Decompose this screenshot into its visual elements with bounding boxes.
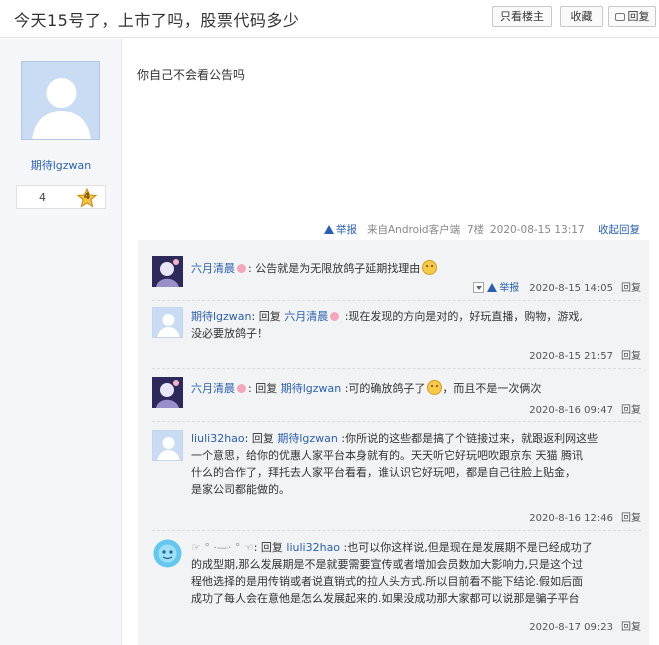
flower-icon <box>237 264 246 273</box>
commenter-avatar[interactable] <box>152 307 183 338</box>
comment-report-label: 举报 <box>499 283 520 294</box>
reply-button-label: 回复 <box>627 10 650 23</box>
comment-text: 期待lgzwan: 回复 六月清晨 :现在发现的方向是对的，好玩直播，购物，游戏… <box>191 308 641 342</box>
divider <box>152 530 641 531</box>
commenter-avatar[interactable] <box>152 538 183 569</box>
comment-reply-link[interactable]: 回复 <box>621 622 641 633</box>
divider <box>152 300 641 301</box>
divider <box>152 368 641 369</box>
comment-text: 六月清晨 : 公告就是为无限放鸽子延期找理由 <box>191 260 641 277</box>
report-link[interactable]: 举报 <box>324 221 357 239</box>
reply-target[interactable]: 期待lgzwan <box>281 382 342 395</box>
comment-meta: 2020-8-17 09:23 回复 <box>529 621 641 635</box>
comment-content: : 公告就是为无限放鸽子延期找理由 <box>248 262 421 275</box>
author-name[interactable]: 期待lgzwan <box>0 157 122 173</box>
fold-reply-button[interactable]: 收起回复 <box>598 221 640 239</box>
thread-title: 今天15号了，上市了吗，股票代码多少 <box>14 11 300 30</box>
comment-content: :可的确放鸽子了 <box>341 382 426 395</box>
comment-meta: 2020-8-16 12:46 回复 <box>529 512 641 526</box>
author-sidebar: 期待lgzwan 4 4 <box>0 39 122 645</box>
comment-content-line: 什么的合作了，拜托去人家平台看看，谁认识它好玩吧，都是自己往脸上贴金， <box>191 466 576 479</box>
post-content: 你自己不会看公告吗 <box>137 68 246 82</box>
thread-header: 今天15号了，上市了吗，股票代码多少 只看楼主 收藏 回复 <box>0 0 659 38</box>
post-floor: 7楼 <box>467 224 485 236</box>
comment-content-line: 没必要放鸽子！ <box>191 327 268 340</box>
comment-datetime: 2020-8-15 14:05 <box>529 283 613 294</box>
level-number: 4 <box>39 191 46 204</box>
comment-user[interactable]: liuli32hao <box>191 432 245 445</box>
comment-reply-link[interactable]: 回复 <box>621 283 641 294</box>
comment-reply-link[interactable]: 回复 <box>621 405 641 416</box>
comment-meta: 2020-8-16 09:47 回复 <box>529 404 641 418</box>
comment-content-line: :现在发现的方向是对的，好玩直播，购物，游戏, <box>341 310 583 323</box>
reply-target[interactable]: 期待lgzwan <box>277 432 338 445</box>
comment-content-line: 成功了每人会在意他是怎么发展起来的.如果没成功那大家都可以说那是骗子平台 <box>191 592 580 605</box>
comment-list: 六月清晨 : 公告就是为无限放鸽子延期找理由 举报 2020-8-15 14:05 回… <box>138 240 649 645</box>
comment-reply-link[interactable]: 回复 <box>621 351 641 362</box>
comment-user[interactable]: ☞ ° ‧—‧ ° ☜ <box>191 541 254 554</box>
comment-datetime: 2020-8-16 09:47 <box>529 405 613 416</box>
comment-datetime: 2020-8-16 12:46 <box>529 513 613 524</box>
comment-text: 六月清晨 : 回复 期待lgzwan :可的确放鸽子了 ，而且不是一次俩次 <box>191 380 641 397</box>
reply-target[interactable]: liuli32hao <box>286 541 340 554</box>
comment-meta: 2020-8-15 21:57 回复 <box>529 350 641 364</box>
comment-content-line: 程他选择的是用传销或者说直销式的拉人头方式.所以目前看不能下结论.假如后面 <box>191 575 583 588</box>
post-source: 来自Android客户端 <box>367 224 461 236</box>
comment-content-line: :你所说的这些都是搞了个链接过来，就跟返利网这些 <box>337 432 599 445</box>
reply-word: : 回复 <box>253 541 287 554</box>
warning-icon <box>487 283 498 292</box>
commenter-avatar[interactable] <box>152 256 183 287</box>
reply-word: : 回复 <box>248 382 281 395</box>
reply-word: : 回复 <box>251 310 285 323</box>
default-avatar-icon <box>22 62 99 139</box>
report-label: 举报 <box>336 224 357 236</box>
comment-reply-link[interactable]: 回复 <box>621 513 641 524</box>
warning-icon <box>324 225 334 234</box>
level-star-icon: 4 <box>76 187 98 208</box>
author-avatar[interactable] <box>21 61 100 140</box>
comment-datetime: 2020-8-17 09:23 <box>529 622 613 633</box>
comment-icon <box>614 13 625 21</box>
comment-content-line: :也可以你这样说,但是现在是发展期不是已经成功了 <box>340 541 593 554</box>
emoji-icon <box>422 260 438 275</box>
favorite-button[interactable]: 收藏 <box>560 6 603 27</box>
level-badge-number: 4 <box>83 192 91 202</box>
comment-user[interactable]: 六月清晨 <box>191 262 235 275</box>
author-level: 4 4 <box>16 185 106 209</box>
comment-text: ☞ ° ‧—‧ ° ☜: 回复 liuli32hao :也可以你这样说,但是现在… <box>191 539 641 607</box>
reply-target[interactable]: 六月清晨 <box>284 310 328 323</box>
comment-meta: 举报 2020-8-15 14:05 回复 <box>473 282 641 296</box>
reply-button[interactable]: 回复 <box>608 6 656 27</box>
comment-datetime: 2020-8-15 21:57 <box>529 351 613 362</box>
comment-content: ，而且不是一次俩次 <box>442 382 542 395</box>
dropdown-icon[interactable] <box>473 282 485 293</box>
reply-word: : 回复 <box>244 432 278 445</box>
divider <box>152 421 641 422</box>
post-datetime: 2020-08-15 13:17 <box>490 224 585 236</box>
commenter-avatar[interactable] <box>152 430 183 461</box>
comment-content-line: 一个意思，给你的优惠人家平台本身就有的。天天听它好玩吧吹跟京东 天猫 腾讯 <box>191 449 583 462</box>
comment-content-line: 是家公司都能做的。 <box>191 483 290 496</box>
comment-text: liuli32hao: 回复 期待lgzwan :你所说的这些都是搞了个链接过来… <box>191 430 641 498</box>
comment-user[interactable]: 六月清晨 <box>191 382 235 395</box>
comment-user[interactable]: 期待lgzwan <box>191 310 252 323</box>
flower-icon <box>330 312 340 321</box>
commenter-avatar[interactable] <box>152 377 183 408</box>
comment-report-link[interactable]: 举报 <box>487 283 519 294</box>
comment-content-line: 的成型期,那么发展期是不是就要需要宣传或者增加会员数加大影响力,只是这个过 <box>191 558 583 571</box>
flower-icon <box>237 384 246 393</box>
only-author-button[interactable]: 只看楼主 <box>492 6 552 27</box>
emoji-icon <box>427 380 443 395</box>
